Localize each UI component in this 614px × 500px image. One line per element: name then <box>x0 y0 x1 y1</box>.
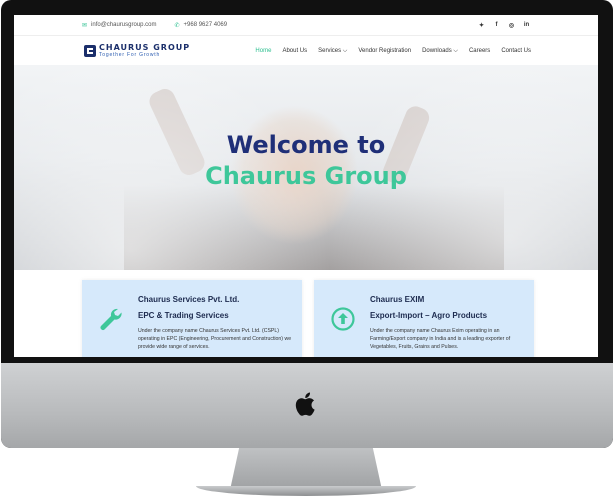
service-card-exim[interactable]: Chaurus EXIM Export-Import – Agro Produc… <box>314 280 534 357</box>
phone-contact[interactable]: ✆ +968 9627 4069 <box>175 22 228 29</box>
card-subtitle: Export-Import – Agro Products <box>370 311 488 320</box>
card-description: Under the company name Chaurus Exim oper… <box>370 328 511 350</box>
monitor-stand <box>230 448 382 490</box>
card-title: Chaurus EXIM <box>370 295 425 304</box>
email-text: info@chaurusgroup.com <box>91 22 157 28</box>
twitter-icon[interactable]: ✦ <box>474 22 489 29</box>
hero-title-line1: Welcome to <box>226 131 386 159</box>
nav-item-downloads[interactable]: Downloads ⌵ <box>422 48 458 55</box>
top-bar: ✉ info@chaurusgroup.com ✆ +968 9627 4069… <box>14 15 598 36</box>
brand-name: CHAURUS GROUP <box>99 43 191 52</box>
nav-item-careers[interactable]: Careers <box>469 48 490 55</box>
linkedin-icon[interactable]: in <box>519 22 534 29</box>
nav-item-about-us[interactable]: About Us <box>282 48 307 55</box>
brand-logo[interactable]: CHAURUS GROUP Together For Growth <box>83 44 190 58</box>
screen: ✉ info@chaurusgroup.com ✆ +968 9627 4069… <box>14 15 598 357</box>
card-description: Under the company name Chaurus Services … <box>138 328 292 350</box>
apple-logo-icon <box>295 392 315 416</box>
nav-item-contact-us[interactable]: Contact Us <box>501 48 531 55</box>
mail-icon: ✉ <box>82 22 88 29</box>
instagram-icon[interactable]: ◎ <box>504 22 519 29</box>
card-title: Chaurus Services Pvt. Ltd. <box>138 295 240 304</box>
services-section: Chaurus Services Pvt. Ltd. EPC & Trading… <box>14 270 598 357</box>
wrench-icon <box>100 308 122 330</box>
card-subtitle: EPC & Trading Services <box>138 311 229 320</box>
nav-menu: Home About Us Services ⌵ Vendor Registra… <box>244 48 531 55</box>
service-card-services[interactable]: Chaurus Services Pvt. Ltd. EPC & Trading… <box>82 280 302 357</box>
hero-banner: Welcome to Chaurus Group <box>14 65 598 270</box>
hero-title-line2: Chaurus Group <box>205 162 407 190</box>
social-links: ✦ f ◎ in <box>474 22 534 29</box>
brand-tagline: Together For Growth <box>99 52 161 58</box>
facebook-icon[interactable]: f <box>489 22 504 29</box>
phone-icon: ✆ <box>174 22 180 29</box>
phone-text: +968 9627 4069 <box>183 22 228 28</box>
email-contact[interactable]: ✉ info@chaurusgroup.com <box>82 22 157 29</box>
nav-item-home[interactable]: Home <box>255 48 271 55</box>
nav-item-vendor-registration[interactable]: Vendor Registration <box>358 48 411 55</box>
nav-item-services[interactable]: Services ⌵ <box>318 48 347 55</box>
monitor-stand-base <box>196 486 416 496</box>
arrow-up-circle-icon <box>331 307 355 331</box>
main-navbar: CHAURUS GROUP Together For Growth Home A… <box>14 36 598 67</box>
brand-mark-icon <box>84 45 96 57</box>
